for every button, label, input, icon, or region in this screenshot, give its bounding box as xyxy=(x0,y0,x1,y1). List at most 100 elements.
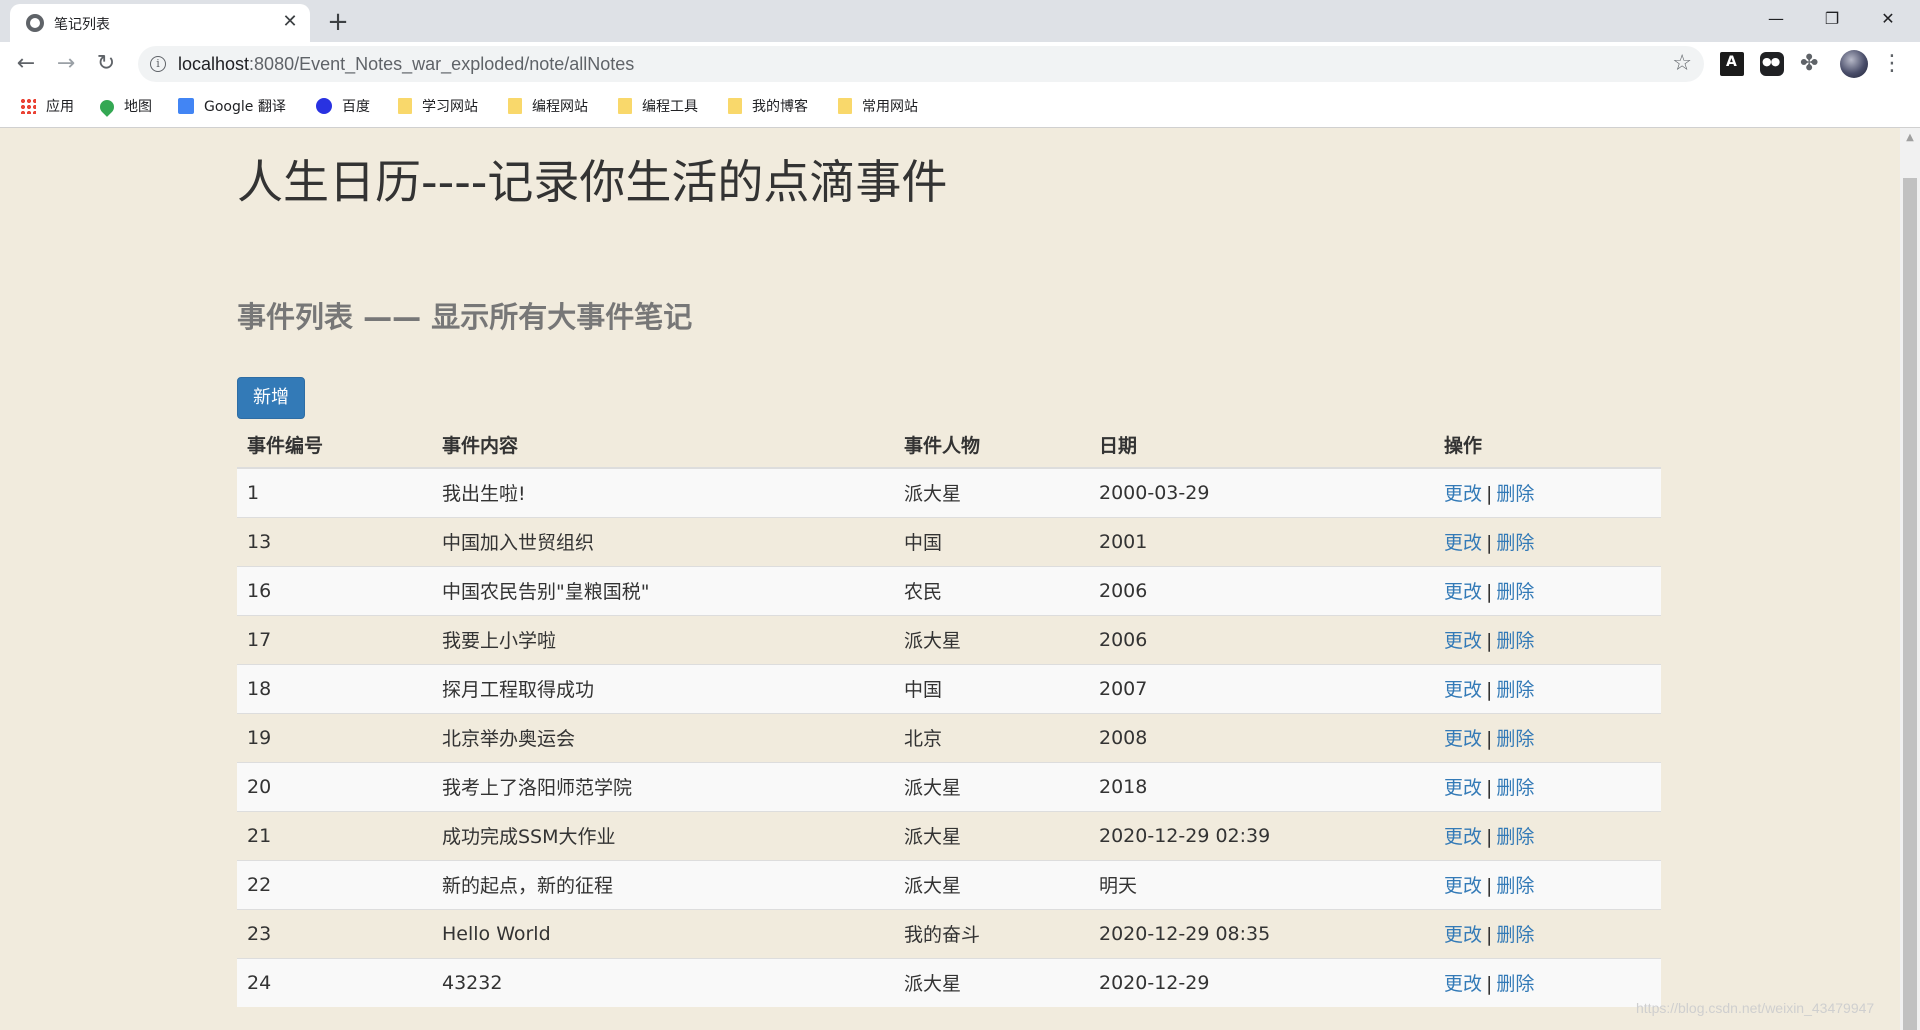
note-person: 北京 xyxy=(894,712,1089,762)
delete-link[interactable]: 删除 xyxy=(1496,483,1534,505)
note-person: 派大星 xyxy=(894,467,1089,517)
action-separator: | xyxy=(1486,924,1493,946)
back-button[interactable]: ← xyxy=(10,48,42,80)
table-row: 23 Hello World 我的奋斗 2020-12-29 08:35 更改 | 删除 xyxy=(237,908,1661,958)
extension-icon[interactable] xyxy=(1720,52,1744,76)
delete-link[interactable]: 删除 xyxy=(1496,728,1534,750)
browser-chrome: 笔记列表 ✕ + — ❐ ✕ ← → ↻ i localhost:8080/Ev… xyxy=(0,0,1920,128)
action-separator: | xyxy=(1486,973,1493,996)
bookmark-folder-common[interactable]: 常用网站 xyxy=(838,96,918,118)
scrollbar-thumb[interactable] xyxy=(1903,178,1917,1030)
bookmark-folder-programming-sites[interactable]: 编程网站 xyxy=(508,96,588,118)
table-row: 17 我要上小学啦 派大星 2006 更改 | 删除 xyxy=(237,614,1661,664)
note-actions: 更改 | 删除 xyxy=(1434,516,1661,566)
tab-notes-list[interactable]: 笔记列表 ✕ xyxy=(10,4,310,42)
bookmark-translate[interactable]: Google 翻译 xyxy=(178,96,286,118)
action-separator: | xyxy=(1486,826,1493,848)
more-menu-icon[interactable]: ⋮ xyxy=(1880,50,1904,78)
note-content: 探月工程取得成功 xyxy=(432,663,894,713)
delete-link[interactable]: 删除 xyxy=(1496,532,1534,554)
delete-link[interactable]: 删除 xyxy=(1496,581,1534,603)
edit-link[interactable]: 更改 xyxy=(1444,973,1482,995)
note-id: 22 xyxy=(237,859,432,909)
edit-link[interactable]: 更改 xyxy=(1444,630,1482,652)
note-content: 新的起点，新的征程 xyxy=(432,859,894,909)
bookmark-folder-programming-tools[interactable]: 编程工具 xyxy=(618,96,698,118)
delete-link[interactable]: 删除 xyxy=(1496,875,1534,897)
bookmark-folder-study[interactable]: 学习网站 xyxy=(398,96,478,118)
delete-link[interactable]: 删除 xyxy=(1496,777,1534,799)
delete-link[interactable]: 删除 xyxy=(1496,973,1534,995)
note-date: 2020-12-29 02:39 xyxy=(1089,810,1434,860)
edit-link[interactable]: 更改 xyxy=(1444,581,1482,603)
delete-link[interactable]: 删除 xyxy=(1496,826,1534,848)
add-note-button[interactable]: 新增 xyxy=(237,377,305,419)
edit-link[interactable]: 更改 xyxy=(1444,679,1482,701)
note-date: 2020-12-29 xyxy=(1089,957,1434,1007)
column-header-actions: 操作 xyxy=(1434,422,1661,469)
puzzle-icon[interactable]: ✤ xyxy=(1800,52,1824,76)
close-tab-icon[interactable]: ✕ xyxy=(278,10,302,34)
reload-button[interactable]: ↻ xyxy=(90,48,122,80)
note-person: 派大星 xyxy=(894,614,1089,664)
apps-icon xyxy=(20,98,36,114)
baidu-icon xyxy=(316,98,332,114)
column-header-content: 事件内容 xyxy=(432,422,894,469)
extension-icon[interactable] xyxy=(1760,52,1784,76)
table-row: 18 探月工程取得成功 中国 2007 更改 | 删除 xyxy=(237,663,1661,713)
note-actions: 更改 | 删除 xyxy=(1434,957,1661,1007)
edit-link[interactable]: 更改 xyxy=(1444,826,1482,848)
bookmark-baidu[interactable]: 百度 xyxy=(316,96,370,118)
bookmark-maps[interactable]: 地图 xyxy=(97,96,152,118)
scroll-up-arrow-icon[interactable]: ▲ xyxy=(1900,128,1920,148)
note-id: 19 xyxy=(237,712,432,762)
column-header-id: 事件编号 xyxy=(237,422,432,469)
tab-title: 笔记列表 xyxy=(54,17,110,33)
note-person: 派大星 xyxy=(894,957,1089,1007)
folder-icon xyxy=(398,98,412,114)
table-row: 20 我考上了洛阳师范学院 派大星 2018 更改 | 删除 xyxy=(237,761,1661,811)
bookmark-folder-blog[interactable]: 我的博客 xyxy=(728,96,808,118)
note-date: 2020-12-29 08:35 xyxy=(1089,908,1434,958)
folder-icon xyxy=(728,98,742,114)
restore-button[interactable]: ❐ xyxy=(1804,0,1860,38)
note-date: 2006 xyxy=(1089,614,1434,664)
edit-link[interactable]: 更改 xyxy=(1444,728,1482,750)
table-row: 21 成功完成SSM大作业 派大星 2020-12-29 02:39 更改 | 删除 xyxy=(237,810,1661,860)
edit-link[interactable]: 更改 xyxy=(1444,532,1482,554)
edit-link[interactable]: 更改 xyxy=(1444,924,1482,946)
close-window-button[interactable]: ✕ xyxy=(1860,0,1916,38)
note-content: Hello World xyxy=(432,908,894,958)
bookmark-label: Google 翻译 xyxy=(204,99,286,115)
bookmark-label: 地图 xyxy=(124,99,152,115)
bookmarks-bar: 应用 地图 Google 翻译 百度 学习网站 编程网站 编程工具 我的博客 常… xyxy=(0,86,1920,128)
note-person: 中国 xyxy=(894,663,1089,713)
note-date: 明天 xyxy=(1089,859,1434,909)
action-separator: | xyxy=(1486,777,1493,799)
table-row: 19 北京举办奥运会 北京 2008 更改 | 删除 xyxy=(237,712,1661,762)
profile-avatar[interactable] xyxy=(1840,50,1868,78)
note-id: 21 xyxy=(237,810,432,860)
edit-link[interactable]: 更改 xyxy=(1444,875,1482,897)
table-row: 16 中国农民告别"皇粮国税" 农民 2006 更改 | 删除 xyxy=(237,565,1661,615)
note-id: 23 xyxy=(237,908,432,958)
delete-link[interactable]: 删除 xyxy=(1496,924,1534,946)
delete-link[interactable]: 删除 xyxy=(1496,630,1534,652)
action-separator: | xyxy=(1486,532,1493,554)
note-person: 我的奋斗 xyxy=(894,908,1089,958)
info-icon[interactable]: i xyxy=(150,56,166,72)
bookmark-star-icon[interactable]: ☆ xyxy=(1672,51,1692,76)
action-separator: | xyxy=(1486,630,1493,652)
delete-link[interactable]: 删除 xyxy=(1496,679,1534,701)
minimize-button[interactable]: — xyxy=(1748,0,1804,38)
forward-button[interactable]: → xyxy=(50,48,82,80)
note-person: 派大星 xyxy=(894,810,1089,860)
new-tab-button[interactable]: + xyxy=(322,6,354,38)
vertical-scrollbar[interactable]: ▲ xyxy=(1900,128,1920,1030)
bookmark-apps[interactable]: 应用 xyxy=(20,96,74,118)
note-content: 北京举办奥运会 xyxy=(432,712,894,762)
edit-link[interactable]: 更改 xyxy=(1444,483,1482,505)
address-bar[interactable]: i localhost:8080/Event_Notes_war_explode… xyxy=(138,46,1704,82)
edit-link[interactable]: 更改 xyxy=(1444,777,1482,799)
note-id: 13 xyxy=(237,516,432,566)
